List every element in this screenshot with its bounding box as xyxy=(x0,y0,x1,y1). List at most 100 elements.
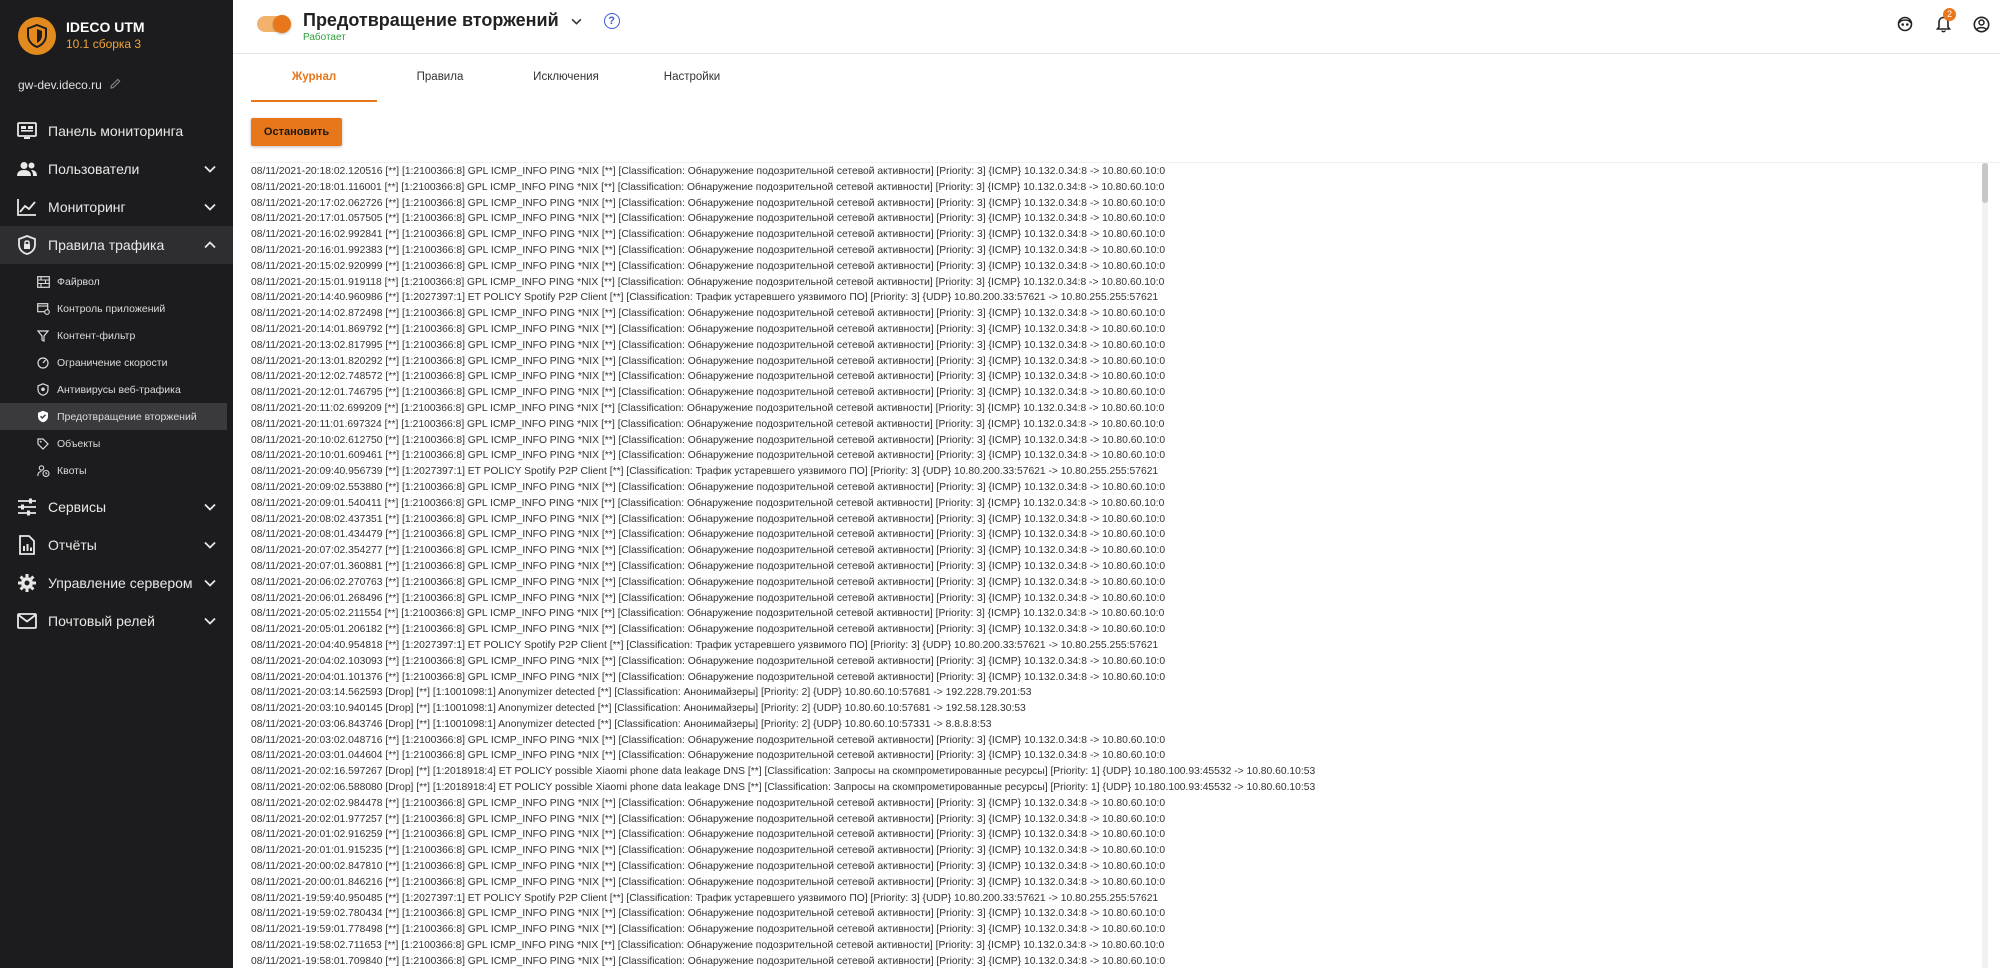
firewall-icon xyxy=(36,275,50,289)
nav-item-mail-relay[interactable]: Почтовый релей xyxy=(0,602,233,640)
scrollbar-thumb[interactable] xyxy=(1982,163,1988,203)
log-viewer[interactable]: 08/11/2021-20:18:02.120516 [**] [1:21003… xyxy=(251,162,2000,968)
action-bar: Остановить xyxy=(233,102,2000,162)
chevron-down-icon xyxy=(203,503,217,511)
nav-label: Почтовый релей xyxy=(48,613,155,629)
filter-icon xyxy=(36,329,50,343)
log-line: 08/11/2021-20:03:01.044604 [**] [1:21003… xyxy=(251,750,1166,762)
nav-label: Панель мониторинга xyxy=(48,123,184,139)
account-circle-icon[interactable] xyxy=(1962,16,2000,33)
log-line: 08/11/2021-20:09:40.956739 [**] [1:20273… xyxy=(251,466,1159,478)
nav-label: Сервисы xyxy=(48,499,107,515)
sidebar-item-ips[interactable]: Предотвращение вторжений xyxy=(0,403,227,430)
main-content: Предотвращение вторжений ? Работает 2 Жу… xyxy=(233,0,2000,968)
log-line: 08/11/2021-20:14:40.960986 [**] [1:20273… xyxy=(251,292,1159,304)
log-line: 08/11/2021-20:17:01.057505 [**] [1:21003… xyxy=(251,213,1166,225)
log-line: 08/11/2021-20:04:40.954818 [**] [1:20273… xyxy=(251,639,1159,651)
log-line: 08/11/2021-20:02:02.984478 [**] [1:21003… xyxy=(251,797,1166,809)
log-line: 08/11/2021-20:14:02.872498 [**] [1:21003… xyxy=(251,308,1166,320)
log-lines: 08/11/2021-20:18:02.120516 [**] [1:21003… xyxy=(251,163,2000,968)
sidebar-item-firewall[interactable]: Файрвол xyxy=(0,268,233,295)
log-line: 08/11/2021-20:06:01.268496 [**] [1:21003… xyxy=(251,592,1166,604)
sub-label: Антивирусы веб-трафика xyxy=(57,383,181,396)
log-line: 08/11/2021-20:09:01.540411 [**] [1:21003… xyxy=(251,497,1165,509)
nav-item-reports[interactable]: Отчёты xyxy=(0,526,233,564)
tab-journal[interactable]: Журнал xyxy=(251,66,377,102)
service-toggle[interactable] xyxy=(257,14,291,33)
tab-rules[interactable]: Правила xyxy=(377,66,503,102)
host-row: gw-dev.ideco.ru xyxy=(0,58,233,100)
log-line: 08/11/2021-19:58:02.711653 [**] [1:21003… xyxy=(251,940,1165,952)
top-bar: Предотвращение вторжений ? Работает 2 xyxy=(233,0,2000,54)
chevron-down-icon xyxy=(203,541,217,549)
nav-item-services[interactable]: Сервисы xyxy=(0,488,233,526)
log-line: 08/11/2021-20:04:01.101376 [**] [1:21003… xyxy=(251,671,1166,683)
main-nav: Панель мониторинга Пользователи Монитори… xyxy=(0,112,233,640)
ideco-logo[interactable] xyxy=(18,17,56,55)
sidebar-item-rate-limit[interactable]: Ограничение скорости xyxy=(0,349,233,376)
pencil-icon[interactable] xyxy=(110,78,121,92)
sub-label: Квоты xyxy=(57,464,87,477)
chevron-up-icon xyxy=(203,241,217,249)
log-line: 08/11/2021-20:12:02.748572 [**] [1:21003… xyxy=(251,371,1166,383)
sidebar-item-web-antivirus[interactable]: Антивирусы веб-трафика xyxy=(0,376,233,403)
nav-item-server-management[interactable]: Управление сервером xyxy=(0,564,233,602)
nav-label: Правила трафика xyxy=(48,237,165,253)
tag-icon xyxy=(36,437,50,451)
sub-label: Файрвол xyxy=(57,275,100,288)
log-line: 08/11/2021-20:10:01.609461 [**] [1:21003… xyxy=(251,450,1166,462)
tab-bar: Журнал Правила Исключения Настройки xyxy=(251,66,2000,102)
nav-label: Пользователи xyxy=(48,161,140,177)
nav-item-monitoring[interactable]: Мониторинг xyxy=(0,188,233,226)
log-line: 08/11/2021-20:15:01.919118 [**] [1:21003… xyxy=(251,276,1165,288)
sliders-icon xyxy=(16,496,38,518)
sub-label: Ограничение скорости xyxy=(57,356,168,369)
nav-item-users[interactable]: Пользователи xyxy=(0,150,233,188)
log-line: 08/11/2021-20:03:06.843746 [Drop] [**] [… xyxy=(251,718,992,730)
toggle-knob xyxy=(273,14,291,33)
line-chart-icon xyxy=(16,196,38,218)
speedometer-icon xyxy=(36,356,50,370)
sidebar-item-content-filter[interactable]: Контент-фильтр xyxy=(0,322,233,349)
bell-icon[interactable]: 2 xyxy=(1924,7,1962,33)
user-clock-icon xyxy=(36,464,50,478)
shield-lock-icon xyxy=(16,234,38,256)
mail-icon xyxy=(16,610,38,632)
log-scrollbar[interactable] xyxy=(1982,163,1988,968)
support-icon[interactable] xyxy=(1886,16,1924,32)
nav-label: Управление сервером xyxy=(48,575,193,591)
sidebar-item-quotas[interactable]: Квоты xyxy=(0,457,233,484)
brand: IDECO UTM 10.1 сборка 3 xyxy=(0,0,233,58)
tab-exclusions[interactable]: Исключения xyxy=(503,66,629,102)
nav-item-dashboard[interactable]: Панель мониторинга xyxy=(0,112,233,150)
sidebar-item-app-control[interactable]: Контроль приложений xyxy=(0,295,233,322)
tab-settings[interactable]: Настройки xyxy=(629,66,755,102)
help-icon[interactable]: ? xyxy=(603,12,620,29)
nav-label: Отчёты xyxy=(48,537,97,553)
report-file-icon xyxy=(16,534,38,556)
nav-item-traffic-rules[interactable]: Правила трафика xyxy=(0,226,233,264)
log-line: 08/11/2021-20:13:01.820292 [**] [1:21003… xyxy=(251,355,1166,367)
stop-button[interactable]: Остановить xyxy=(251,118,342,146)
gear-icon xyxy=(16,572,38,594)
log-line: 08/11/2021-20:16:02.992841 [**] [1:21003… xyxy=(251,229,1166,241)
log-line: 08/11/2021-20:18:02.120516 [**] [1:21003… xyxy=(251,166,1166,177)
sidebar: IDECO UTM 10.1 сборка 3 gw-dev.ideco.ru … xyxy=(0,0,233,968)
log-line: 08/11/2021-20:08:01.434479 [**] [1:21003… xyxy=(251,529,1166,541)
service-status: Работает xyxy=(303,32,346,43)
log-line: 08/11/2021-20:03:10.940145 [Drop] [**] [… xyxy=(251,703,1026,715)
log-line: 08/11/2021-20:04:02.103093 [**] [1:21003… xyxy=(251,655,1166,667)
traffic-rules-submenu: Файрвол Контроль приложений Контент-филь… xyxy=(0,264,233,488)
log-line: 08/11/2021-20:13:02.817995 [**] [1:21003… xyxy=(251,339,1166,351)
log-line: 08/11/2021-20:10:02.612750 [**] [1:21003… xyxy=(251,434,1166,446)
chevron-down-icon[interactable] xyxy=(571,12,582,30)
brand-version: 10.1 сборка 3 xyxy=(66,37,142,51)
log-line: 08/11/2021-20:05:02.211554 [**] [1:21003… xyxy=(251,608,1165,620)
log-line: 08/11/2021-20:14:01.869792 [**] [1:21003… xyxy=(251,323,1166,335)
log-line: 08/11/2021-20:18:01.116001 [**] [1:21003… xyxy=(251,181,1165,193)
sidebar-item-objects[interactable]: Объекты xyxy=(0,430,233,457)
page-title: Предотвращение вторжений xyxy=(303,10,559,30)
notification-badge: 2 xyxy=(1943,7,1956,21)
log-line: 08/11/2021-19:59:01.778498 [**] [1:21003… xyxy=(251,924,1166,936)
log-line: 08/11/2021-20:11:01.697324 [**] [1:21003… xyxy=(251,418,1165,430)
